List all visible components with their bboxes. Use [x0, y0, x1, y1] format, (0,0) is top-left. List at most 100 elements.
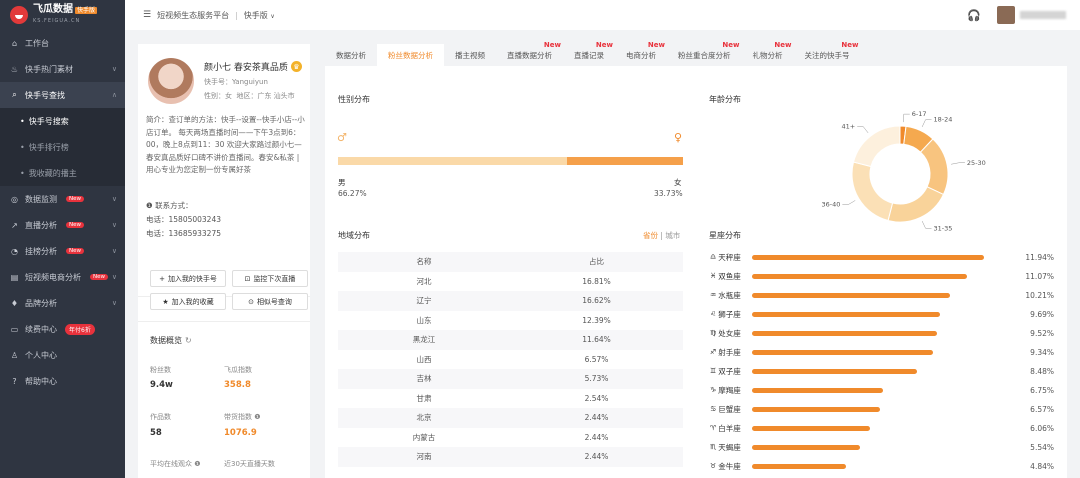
zodiac-bar — [752, 349, 934, 355]
zodiac-name: 金牛座 — [718, 461, 741, 471]
user-menu[interactable] — [997, 6, 1066, 24]
scorpio-icon: ♏ — [710, 443, 717, 451]
live-days-label: 近30天直播天数 — [224, 460, 275, 468]
user-icon: ♙ — [10, 350, 19, 360]
zodiac-name: 天蝎座 — [718, 442, 741, 452]
zodiac-name: 射手座 — [718, 347, 741, 357]
region-title: 地域分布 — [338, 231, 370, 240]
tab-new-badge: New — [543, 41, 561, 49]
sidebar-item-2[interactable]: ⌕ 快手号查找 ∧ — [0, 82, 125, 108]
zodiac-pct: 11.94% — [1025, 252, 1054, 262]
zodiac-row: ♊ 双子座 8.48% — [710, 365, 1054, 377]
age-slice-5[interactable] — [852, 125, 901, 168]
profile-meta: 性别：女 地区：广东 汕头市 — [204, 91, 295, 101]
bullet-icon: • — [20, 168, 25, 178]
tab-4[interactable]: 直播记录 New — [563, 41, 615, 66]
tab-bar: 数据分析 粉丝数据分析 播主视频 直播数据分析 New 直播记录 New 电商分析 New 粉丝重… — [325, 41, 1067, 66]
zodiac-name: 摩羯座 — [718, 385, 741, 395]
zodiac-track — [752, 330, 1024, 336]
region-pct: 16.62% — [582, 296, 611, 306]
age-slice-3[interactable] — [887, 186, 945, 223]
region-pct: 12.39% — [582, 315, 611, 325]
profile-id-value: Yanguiyun — [232, 78, 268, 86]
chevron-down-icon: ∨ — [111, 273, 117, 281]
sidebar-item-1[interactable]: ♨ 快手热门素材 ∨ — [0, 56, 125, 82]
similar-search-button[interactable]: ⊙ 相似号查询 — [232, 293, 308, 310]
logo[interactable]: 飞瓜数据 快手版 KS.FEIGUA.CN — [0, 0, 125, 30]
tab-8[interactable]: 关注的快手号 New — [794, 41, 861, 66]
sidebar-item-9[interactable]: ▤ 短视频电商分析 New ∨ — [0, 264, 125, 290]
zodiac-pct: 10.21% — [1025, 290, 1054, 300]
sidebar-item-8[interactable]: ◔ 挂榜分析 New ∨ — [0, 238, 125, 264]
tab-6[interactable]: 粉丝重合度分析 New — [667, 41, 742, 66]
sidebar-item-10[interactable]: ♦ 品牌分析 ∨ — [0, 290, 125, 316]
region-name: 内蒙古 — [412, 432, 436, 442]
zodiac-pct: 9.52% — [1030, 328, 1054, 338]
home-icon: ⌂ — [11, 38, 18, 48]
region-pct: 2.44% — [584, 413, 609, 423]
profile-panel: 颜小七 春安茶真品质 ♛ 快手号：Yanguiyun 性别：女 地区：广东 汕头… — [138, 44, 310, 478]
sidebar-item-label: 我收藏的播主 — [28, 168, 77, 178]
sidebar-item-6[interactable]: ◎ 数据监测 New ∨ — [0, 186, 125, 212]
tab-label: 直播记录 — [574, 50, 604, 60]
sidebar-item-13[interactable]: ? 帮助中心 — [0, 368, 125, 394]
age-slice-2[interactable] — [919, 138, 949, 196]
sidebar-item-7[interactable]: ↗ 直播分析 New ∨ — [0, 212, 125, 238]
info-icon[interactable]: ❶ — [254, 413, 260, 421]
sidebar-item-5[interactable]: • 我收藏的播主 — [0, 160, 125, 186]
add-kuaishou-label: 加入我的快手号 — [167, 274, 217, 283]
toggle-province[interactable]: 省份 — [643, 231, 658, 240]
zodiac-label: ♎ 天秤座 — [710, 252, 752, 263]
monitor-live-button[interactable]: ⊡ 监控下次直播 — [232, 270, 308, 287]
male-bar — [338, 157, 567, 165]
zodiac-track — [752, 444, 1024, 450]
toggle-city[interactable]: 城市 — [665, 231, 680, 240]
sidebar-item-11[interactable]: ▭ 续费中心 年付6折 — [0, 316, 125, 342]
sidebar-badge: New — [66, 248, 84, 254]
add-kuaishou-button[interactable]: + 加入我的快手号 — [150, 270, 226, 287]
sidebar-item-label: 快手热门素材 — [25, 64, 73, 74]
platform-title: 短视频生态服务平台 — [157, 10, 230, 20]
tab-7[interactable]: 礼物分析 New — [742, 41, 794, 66]
tab-3[interactable]: 直播数据分析 New — [496, 41, 563, 66]
tab-1[interactable]: 粉丝数据分析 — [377, 44, 444, 66]
goods-index-value: 1076.9 — [224, 428, 257, 438]
table-row: 河北 16.81% — [338, 272, 683, 292]
zodiac-label: ♑ 摩羯座 — [710, 385, 752, 396]
sidebar-item-label: 挂榜分析 — [25, 246, 57, 256]
tab-label: 粉丝重合度分析 — [678, 50, 731, 60]
zodiac-row: ♌ 狮子座 9.69% — [710, 308, 1054, 320]
tab-label: 直播数据分析 — [507, 50, 552, 60]
refresh-icon[interactable]: ↻ — [185, 336, 192, 345]
tab-new-badge: New — [774, 41, 792, 49]
sidebar-item-4[interactable]: • 快手排行榜 — [0, 134, 125, 160]
sidebar-nav: ⌂ 工作台 ♨ 快手热门素材 ∨ ⌕ 快手号查找 ∧ • 快手号搜索 • 快手排行榜 • 我收藏的播主 ◎ 数… — [0, 30, 125, 394]
zodiac-track — [752, 387, 1024, 393]
zodiac-pct: 6.75% — [1030, 385, 1054, 395]
menu-icon[interactable]: ☰ — [143, 10, 151, 20]
age-slice-4[interactable] — [851, 161, 894, 222]
profile-intro: 简介：查订单的方法：快手--设置--快手小店--小店订单。 每天两场直播时间——… — [146, 115, 305, 174]
zodiac-bar — [752, 292, 951, 298]
chart-icon: ↗ — [11, 220, 18, 230]
zodiac-label: ♉ 金牛座 — [710, 461, 752, 472]
virgo-icon: ♍ — [710, 329, 717, 337]
tab-2[interactable]: 播主视频 — [444, 44, 496, 66]
sidebar-item-0[interactable]: ⌂ 工作台 — [0, 30, 125, 56]
headset-icon[interactable]: 🎧 — [967, 9, 981, 22]
tab-0[interactable]: 数据分析 — [325, 44, 377, 66]
profile-id: 快手号：Yanguiyun — [204, 77, 268, 87]
info-icon[interactable]: ❶ — [194, 460, 200, 468]
zodiac-bar — [752, 444, 860, 450]
zodiac-pct: 6.57% — [1030, 404, 1054, 414]
profile-avatar — [148, 58, 194, 104]
age-label-line — [903, 113, 910, 123]
monitor-live-label: 监控下次直播 — [253, 274, 296, 283]
zodiac-bar — [752, 330, 937, 336]
collect-button[interactable]: ★ 加入我的收藏 — [150, 293, 226, 310]
tab-5[interactable]: 电商分析 New — [615, 41, 667, 66]
version-select[interactable]: 快手版 ∨ — [244, 10, 275, 21]
sidebar-item-12[interactable]: ♙ 个人中心 — [0, 342, 125, 368]
sidebar-item-label: 直播分析 — [25, 220, 57, 230]
sidebar-item-3[interactable]: • 快手号搜索 — [0, 108, 125, 134]
